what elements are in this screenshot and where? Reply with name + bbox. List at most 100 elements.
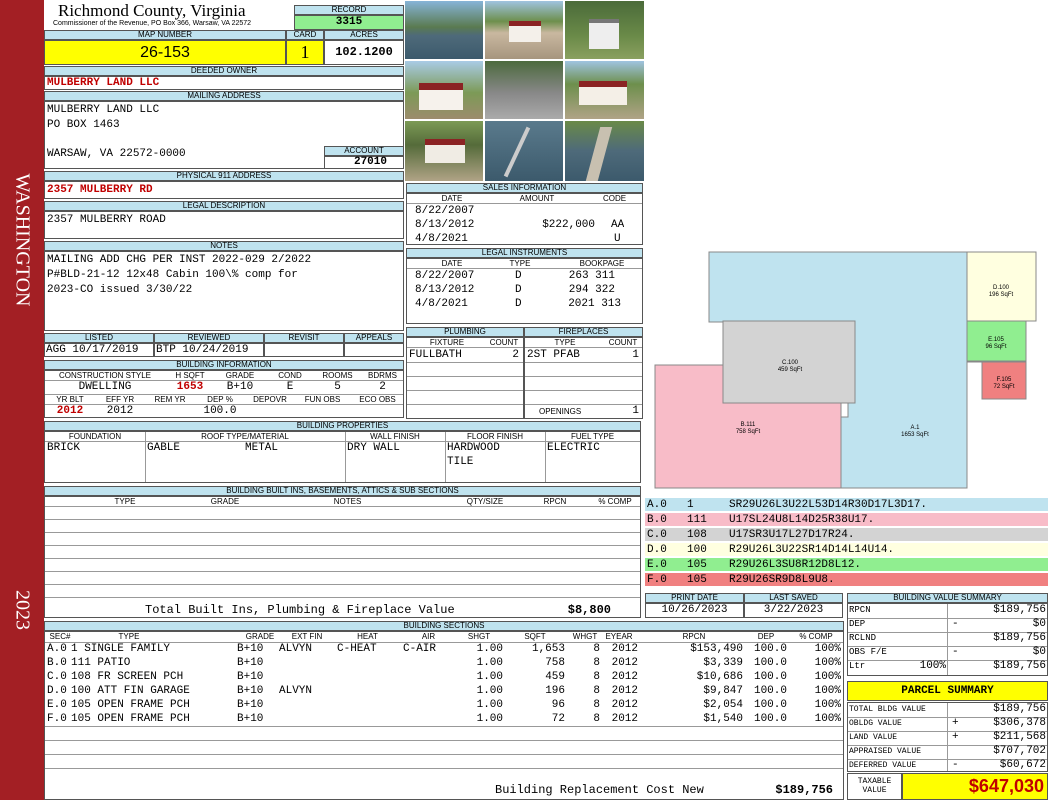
sections-col-type: TYPE bbox=[118, 632, 140, 641]
plumbing-count: 2 bbox=[512, 349, 519, 361]
photo-patio[interactable] bbox=[484, 60, 564, 120]
builtins-total-label: Total Built Ins, Plumbing & Fireplace Va… bbox=[145, 604, 455, 617]
ps-total-bldg-label: TOTAL BLDG VALUE bbox=[849, 705, 926, 714]
sections-col-sqft: SQFT bbox=[524, 632, 546, 641]
section-cell-whgt: 8 bbox=[593, 685, 600, 697]
section-cell-sqft: 72 bbox=[551, 713, 565, 725]
section-cell-eyear: 2012 bbox=[611, 643, 638, 655]
fireplaces-col-count: COUNT bbox=[608, 338, 638, 347]
legal-description-box: 2357 MULBERRY ROAD bbox=[44, 211, 404, 239]
section-cell-shgt: 1.00 bbox=[476, 699, 503, 711]
builtins-col-comp: % COMP bbox=[598, 497, 632, 506]
account-number: 27010 bbox=[324, 156, 404, 169]
photo-dock[interactable] bbox=[404, 0, 484, 60]
section-row: E.0 105 OPEN FRAME PCH B+10 1.00 96 8 2012 $2,0… bbox=[45, 699, 843, 713]
section-cell-comp: 100% bbox=[814, 713, 841, 725]
section-cell-rpcn: $1,540 bbox=[703, 713, 743, 725]
vector-row-f: F.0 105 R29U26SR9D8L9U8. bbox=[645, 573, 1048, 587]
legal-description: 2357 MULBERRY ROAD bbox=[47, 214, 166, 226]
sketch-label-d: D.100 196 SqFt bbox=[988, 285, 1014, 298]
taxable-label-line-2: VALUE bbox=[862, 786, 887, 795]
col-cond: COND bbox=[278, 371, 302, 380]
building-info-header: BUILDING INFORMATION bbox=[44, 360, 404, 370]
section-cell-whgt: 8 bbox=[593, 657, 600, 669]
photo-pier[interactable] bbox=[564, 120, 645, 182]
building-grade: B+10 bbox=[226, 381, 254, 393]
bedrooms-count: 2 bbox=[379, 381, 386, 393]
physical-address-header: PHYSICAL 911 ADDRESS bbox=[44, 171, 404, 181]
col-dep-pct: DEP % bbox=[207, 395, 233, 404]
record-header: RECORD bbox=[294, 5, 404, 15]
section-cell-whgt: 8 bbox=[593, 713, 600, 725]
section-cell-sqft: 96 bbox=[551, 699, 565, 711]
section-cell-whgt: 8 bbox=[593, 671, 600, 683]
col-eff-yr: EFF YR bbox=[105, 395, 135, 404]
sales-row-2-code: AA bbox=[611, 219, 625, 231]
sales-row-3-date: 4/8/2021 bbox=[415, 233, 468, 245]
effective-year: 2012 bbox=[106, 405, 134, 417]
replacement-cost-value: $189,756 bbox=[775, 784, 833, 797]
sections-col-eyear: EYEAR bbox=[605, 632, 633, 641]
section-cell-dep: 100.0 bbox=[753, 643, 787, 655]
section-row: B.0 111 PATIO B+10 1.00 758 8 2012 $3,339 100.0 1… bbox=[45, 657, 843, 671]
plumbing-fixture: FULLBATH bbox=[409, 349, 462, 361]
photo-boat-lift[interactable] bbox=[484, 120, 564, 182]
section-cell-rpcn: $9,847 bbox=[703, 685, 743, 697]
fireplaces-col-type: TYPE bbox=[554, 338, 576, 347]
ps-obldg-value: $306,378 bbox=[993, 717, 1046, 729]
notes-box: MAILING ADD CHG PER INST 2022-029 2/2022… bbox=[44, 251, 404, 331]
sections-col-rpcn: RPCN bbox=[682, 632, 706, 641]
section-cell-eyear: 2012 bbox=[611, 671, 638, 683]
floor-finish-1: HARDWOOD bbox=[447, 442, 500, 454]
section-cell-grade: B+10 bbox=[237, 657, 264, 669]
district-sidebar: WASHINGTON 2023 bbox=[0, 0, 44, 800]
section-cell-sqft: 758 bbox=[545, 657, 565, 669]
photo-cabin[interactable] bbox=[564, 0, 645, 60]
fireplaces-table: TYPE COUNT 2ST PFAB 1 OPENINGS 1 bbox=[524, 337, 643, 419]
section-cell-shgt: 1.00 bbox=[476, 713, 503, 725]
col-fun-obs: FUN OBS bbox=[304, 395, 341, 404]
vs-rpcn-value: $189,756 bbox=[993, 604, 1046, 616]
sketch-label-c: C.100 459 SqFt bbox=[777, 360, 803, 373]
sections-col-comp: % COMP bbox=[799, 632, 833, 641]
builtins-col-notes: NOTES bbox=[333, 497, 362, 506]
builtins-col-grade: GRADE bbox=[210, 497, 240, 506]
col-rooms: ROOMS bbox=[322, 371, 353, 380]
instrument-row-2-date: 8/13/2012 bbox=[415, 284, 475, 296]
section-cell-dep: 100.0 bbox=[753, 657, 787, 669]
section-cell-comp: 100% bbox=[814, 671, 841, 683]
col-floor-finish: FLOOR FINISH bbox=[466, 432, 523, 441]
building-sections-header: BUILDING SECTIONS bbox=[44, 621, 844, 631]
building-sketch bbox=[654, 251, 1037, 489]
value-summary-header: BUILDING VALUE SUMMARY bbox=[847, 593, 1048, 603]
section-cell-air: C-AIR bbox=[403, 643, 437, 655]
photo-house-wooded[interactable] bbox=[404, 120, 484, 182]
section-cell-sqft: 459 bbox=[545, 671, 565, 683]
building-sections-table: SEC# TYPE GRADE EXT FIN HEAT AIR SHGT SQFT WHGT E… bbox=[44, 631, 844, 800]
vs-obs-sign: - bbox=[952, 646, 959, 658]
section-cell-sqft: 1,653 bbox=[531, 643, 565, 655]
photo-house-side[interactable] bbox=[404, 60, 484, 120]
year-built: 2012 bbox=[56, 405, 84, 417]
appeals-header: APPEALS bbox=[344, 333, 404, 343]
openings-label: OPENINGS bbox=[539, 407, 582, 416]
building-info-table: CONSTRUCTION STYLE H SQFT GRADE COND ROO… bbox=[44, 370, 404, 418]
col-yr-built: YR BLT bbox=[56, 395, 84, 404]
photo-house-front[interactable] bbox=[484, 0, 564, 60]
section-cell-comp: 100% bbox=[814, 685, 841, 697]
section-cell-eyear: 2012 bbox=[611, 657, 638, 669]
section-cell-rpcn: $3,339 bbox=[703, 657, 743, 669]
legal-description-header: LEGAL DESCRIPTION bbox=[44, 201, 404, 211]
rooms-count: 5 bbox=[334, 381, 341, 393]
plumbing-table: FIXTURE COUNT FULLBATH 2 bbox=[406, 337, 524, 419]
vs-obs-value: $0 bbox=[1032, 646, 1046, 658]
vs-obs-label: OBS F/E bbox=[849, 647, 887, 657]
vector-row-c: C.0 108 U17SR3U17L27D17R24. bbox=[645, 528, 1048, 542]
fireplace-count: 1 bbox=[632, 349, 639, 361]
foundation: BRICK bbox=[47, 442, 81, 454]
taxable-label-box: TAXABLE VALUE bbox=[847, 773, 902, 800]
map-number-header: MAP NUMBER bbox=[44, 30, 286, 40]
photo-house-rear[interactable] bbox=[564, 60, 645, 120]
vector-row-e: E.0 105 R29U26L3SU8R12D8L12. bbox=[645, 558, 1048, 572]
section-cell-grade: B+10 bbox=[237, 713, 264, 725]
